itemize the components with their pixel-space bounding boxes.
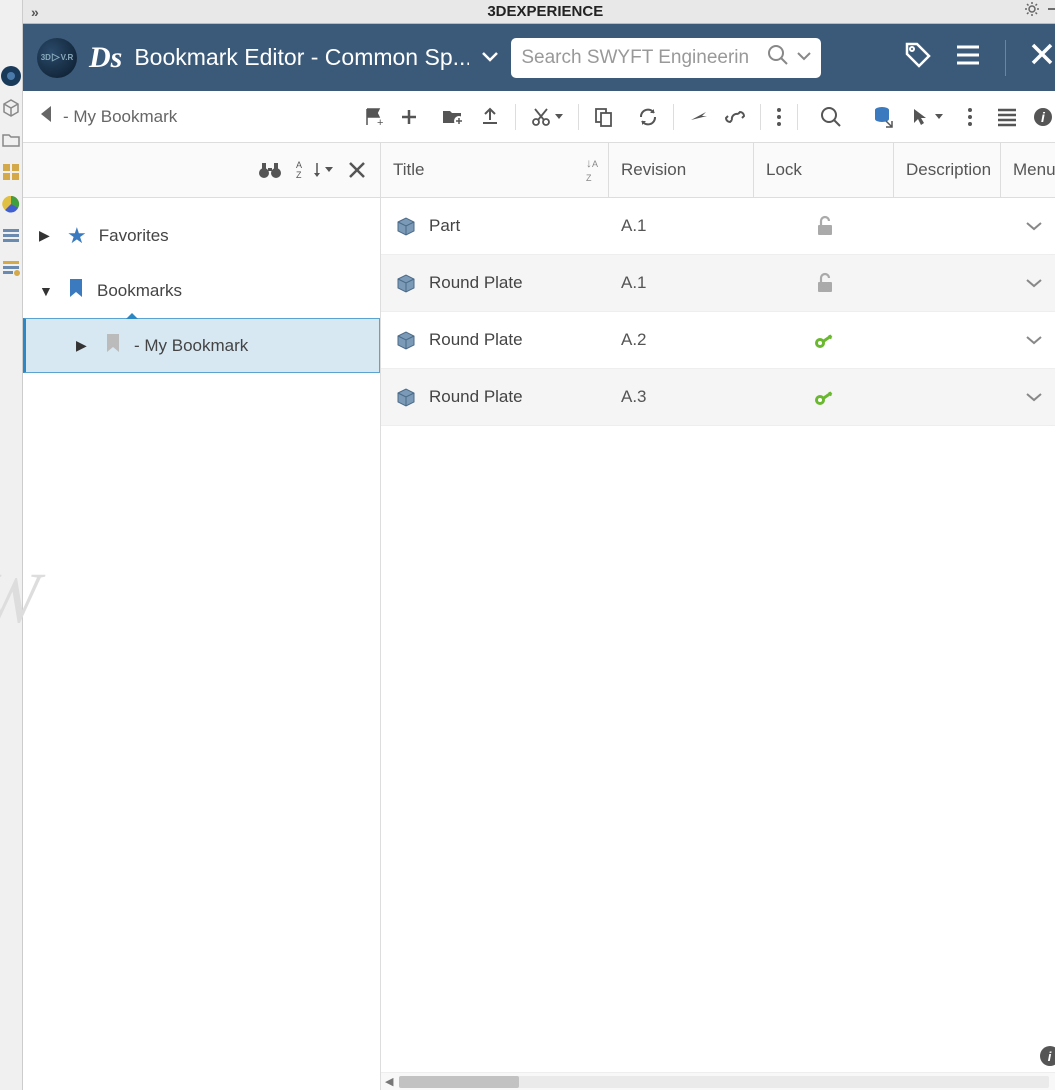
tree-item-favorites[interactable]: ▶ ★ Favorites <box>23 208 380 263</box>
row-lock-icon <box>754 386 894 408</box>
svg-text:A: A <box>296 160 302 170</box>
rail-grid-icon[interactable] <box>0 161 22 183</box>
scroll-thumb[interactable] <box>399 1076 519 1088</box>
gear-icon[interactable] <box>1024 1 1040 22</box>
rail-db-icon[interactable] <box>0 257 22 279</box>
tag-icon[interactable] <box>903 40 931 75</box>
window-titlebar: » 3DEXPERIENCE <box>23 0 1055 24</box>
tree-panel: AZ ▶ ★ Favorites ▼ <box>23 143 381 1090</box>
rail-folder-icon[interactable] <box>0 129 22 151</box>
part-icon <box>393 270 419 296</box>
table-header: Title ↓AZ Revision Lock Description Menu <box>381 143 1055 198</box>
svg-text:+: + <box>377 117 383 128</box>
flag-add-icon[interactable]: + <box>363 106 385 128</box>
tree-item-label: Bookmarks <box>97 281 182 301</box>
bookmark-icon <box>104 332 122 360</box>
back-arrow-icon[interactable] <box>37 103 53 131</box>
row-lock-icon <box>754 329 894 351</box>
column-header-title[interactable]: Title ↓AZ <box>381 143 609 197</box>
folder-add-icon[interactable] <box>441 106 465 128</box>
menu-icon[interactable] <box>955 42 981 73</box>
rail-box-icon[interactable] <box>0 97 22 119</box>
part-icon <box>393 213 419 239</box>
left-icon-rail: W <box>0 0 23 1090</box>
row-menu-icon[interactable] <box>1025 273 1043 294</box>
main-toolbar: - My Bookmark + <box>23 91 1055 143</box>
rail-list-icon[interactable] <box>0 225 22 247</box>
search-box <box>511 38 821 78</box>
row-menu-icon[interactable] <box>1025 387 1043 408</box>
table-row[interactable]: Part A.1 <box>381 198 1055 255</box>
row-title: Round Plate <box>429 330 523 350</box>
part-icon <box>393 327 419 353</box>
column-header-revision[interactable]: Revision <box>609 143 754 197</box>
close-tree-icon[interactable] <box>348 161 366 179</box>
app-header: 3D▷V.R Ds Bookmark Editor - Common Sp... <box>23 24 1055 91</box>
close-icon[interactable] <box>1030 42 1054 73</box>
tree-item-label: Favorites <box>99 226 169 246</box>
table-row[interactable]: Round Plate A.2 <box>381 312 1055 369</box>
app-title-dropdown-icon[interactable] <box>481 47 499 68</box>
caret-right-icon: ▶ <box>39 227 55 244</box>
ds-logo-icon: Ds <box>89 41 122 75</box>
part-icon <box>393 384 419 410</box>
table-row[interactable]: Round Plate A.1 <box>381 255 1055 312</box>
breadcrumb-label: - My Bookmark <box>63 107 177 127</box>
bookmark-icon <box>67 277 85 305</box>
tree-item-label: - My Bookmark <box>134 336 248 356</box>
table-panel: Title ↓AZ Revision Lock Description Menu… <box>381 143 1055 1090</box>
horizontal-scrollbar[interactable]: ◀ ▶ <box>381 1072 1055 1090</box>
search-toolbar-icon[interactable] <box>820 106 842 128</box>
window-title: 3DEXPERIENCE <box>487 3 603 20</box>
rail-compass-icon[interactable] <box>0 65 22 87</box>
database-icon[interactable] <box>872 105 896 129</box>
row-revision: A.3 <box>609 387 754 407</box>
copy-icon[interactable] <box>593 106 615 128</box>
compass-button[interactable]: 3D▷V.R <box>37 38 77 78</box>
svg-text:Z: Z <box>296 170 302 180</box>
link-icon[interactable] <box>724 106 746 128</box>
row-title: Round Plate <box>429 387 523 407</box>
column-header-lock[interactable]: Lock <box>754 143 894 197</box>
row-title: Round Plate <box>429 273 523 293</box>
row-revision: A.1 <box>609 273 754 293</box>
search-input[interactable] <box>521 47 759 69</box>
binoculars-icon[interactable] <box>258 160 282 180</box>
refresh-icon[interactable] <box>637 106 659 128</box>
cut-icon[interactable] <box>530 106 564 128</box>
row-lock-icon <box>754 272 894 294</box>
sort-az-icon[interactable]: AZ <box>296 160 334 180</box>
cursor-select-icon[interactable] <box>910 106 944 128</box>
row-menu-icon[interactable] <box>1025 216 1043 237</box>
info-icon[interactable]: i <box>1032 106 1054 128</box>
upload-icon[interactable] <box>479 106 501 128</box>
column-header-description[interactable]: Description <box>894 143 1001 197</box>
rail-piechart-icon[interactable] <box>0 193 22 215</box>
caret-down-icon: ▼ <box>39 283 55 299</box>
row-title: Part <box>429 216 460 236</box>
plus-icon[interactable] <box>399 107 419 127</box>
row-menu-icon[interactable] <box>1025 330 1043 351</box>
tree-item-bookmarks[interactable]: ▼ Bookmarks <box>23 263 380 318</box>
share-icon[interactable] <box>688 106 710 128</box>
list-view-icon[interactable] <box>996 106 1018 128</box>
table-row[interactable]: Round Plate A.3 <box>381 369 1055 426</box>
row-revision: A.2 <box>609 330 754 350</box>
column-header-menu[interactable]: Menu <box>1001 143 1055 197</box>
caret-right-icon: ▶ <box>76 337 92 354</box>
more-vert-icon[interactable] <box>775 106 783 128</box>
row-lock-icon <box>754 215 894 237</box>
app-title: Bookmark Editor - Common Sp... <box>134 44 469 71</box>
pin-icon[interactable] <box>1046 1 1055 22</box>
more-vert-icon-2[interactable] <box>966 106 974 128</box>
scroll-left-icon[interactable]: ◀ <box>385 1075 393 1088</box>
star-icon: ★ <box>67 223 87 249</box>
search-icon[interactable] <box>767 44 789 72</box>
tree-toolbar: AZ <box>23 143 380 198</box>
search-dropdown-icon[interactable] <box>797 49 811 67</box>
tree-item-mybookmark[interactable]: ▶ - My Bookmark <box>23 318 380 373</box>
expand-chevrons-icon[interactable]: » <box>31 4 39 20</box>
sort-asc-icon: ↓AZ <box>586 156 598 184</box>
row-revision: A.1 <box>609 216 754 236</box>
